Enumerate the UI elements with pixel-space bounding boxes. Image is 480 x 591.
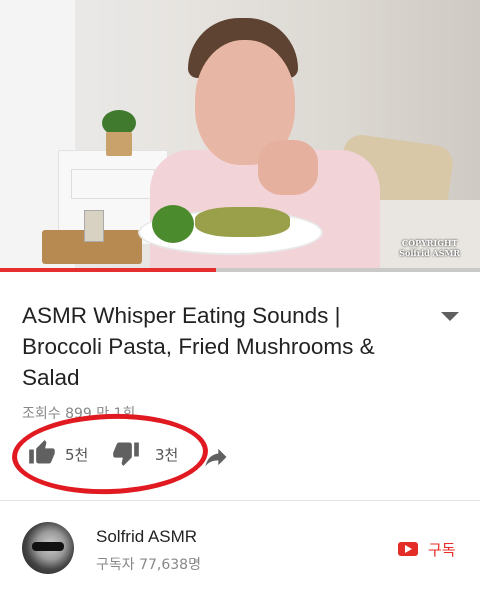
- divider: [0, 500, 480, 501]
- expand-description-icon[interactable]: [439, 309, 461, 323]
- channel-avatar[interactable]: [22, 522, 74, 574]
- video-scene-pot: [106, 132, 132, 156]
- video-scene-hand: [258, 140, 318, 195]
- video-scene-juice: [84, 210, 104, 242]
- video-scene-pasta: [195, 207, 290, 237]
- copyright-watermark: COPYRIGHT Solfrid ASMR: [399, 238, 460, 258]
- subscriber-count: 구독자 77,638명: [96, 557, 201, 573]
- red-annotation-circle: [10, 410, 210, 498]
- watermark-line1: COPYRIGHT: [401, 238, 458, 248]
- channel-name[interactable]: Solfrid ASMR: [96, 527, 197, 547]
- video-scene-broccoli: [152, 205, 194, 243]
- progress-bar-fill: [0, 268, 216, 272]
- watermark-line2: Solfrid ASMR: [399, 248, 460, 258]
- progress-bar[interactable]: [0, 268, 480, 272]
- video-player[interactable]: COPYRIGHT Solfrid ASMR: [0, 0, 480, 272]
- subscribe-button[interactable]: 구독: [398, 539, 468, 561]
- video-title: ASMR Whisper Eating Sounds | Broccoli Pa…: [22, 303, 375, 390]
- subscribe-label: 구독: [428, 541, 456, 559]
- youtube-play-icon: [398, 542, 418, 556]
